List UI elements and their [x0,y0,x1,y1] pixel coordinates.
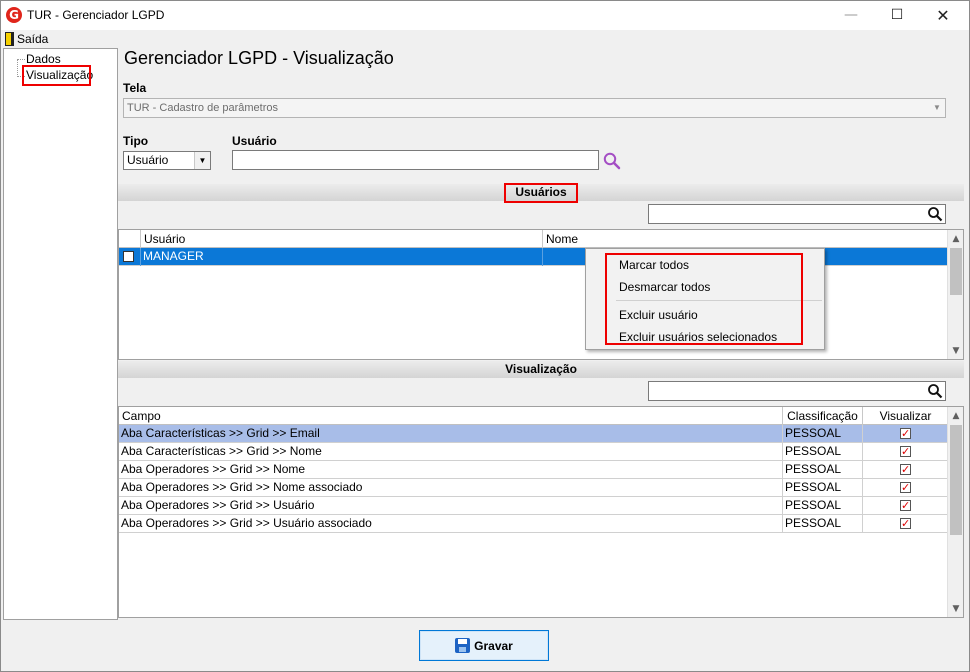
menu-bar: Saída [1,30,969,48]
search-icon[interactable] [927,206,943,222]
table-row[interactable]: Aba Características >> Grid >> Nome PESS… [119,443,948,461]
cell-visualizar[interactable]: ✓ [863,461,948,479]
usuario-input[interactable] [232,150,599,170]
highlight-box-tree [22,65,91,86]
floppy-disk-icon [455,638,471,653]
cell-visualizar[interactable]: ✓ [863,443,948,461]
tipo-label: Tipo [123,134,149,148]
cell-visualizar[interactable]: ✓ [863,479,948,497]
row-checkbox[interactable] [123,251,134,262]
search-icon[interactable] [602,151,622,171]
checkbox-checked[interactable]: ✓ [900,464,911,475]
usuarios-grid-header: Usuário Nome [119,230,948,248]
window-title: TUR - Gerenciador LGPD [27,8,165,22]
column-header-check[interactable] [119,230,141,248]
checkbox-checked[interactable]: ✓ [900,428,911,439]
usuarios-filter-input[interactable] [648,204,946,224]
highlight-box-usuarios [504,183,578,203]
tree-connector [17,59,18,77]
minimize-button[interactable]: — [828,1,874,30]
cell-campo: Aba Operadores >> Grid >> Nome [119,461,783,479]
cell-campo: Aba Operadores >> Grid >> Nome associado [119,479,783,497]
row-checkbox-cell[interactable] [119,248,141,266]
tipo-select-value: Usuário [127,153,169,167]
cell-usuario: MANAGER [141,248,543,266]
title-bar: G TUR - Gerenciador LGPD — ☐ ✕ [1,1,969,30]
menu-exit[interactable]: Saída [5,30,48,48]
cell-campo: Aba Características >> Grid >> Nome [119,443,783,461]
page-title: Gerenciador LGPD - Visualização [124,48,394,68]
visualizacao-section-title: Visualização [505,362,577,376]
save-button-label: Gravar [474,638,513,653]
menu-exit-label: Saída [17,32,49,46]
table-row[interactable]: Aba Operadores >> Grid >> Nome PESSOAL ✓ [119,461,948,479]
highlight-box-context-menu [605,253,803,345]
cell-campo: Aba Características >> Grid >> Email [119,425,783,443]
app-window: G TUR - Gerenciador LGPD — ☐ ✕ Saída Dad… [0,0,970,672]
cell-visualizar[interactable]: ✓ [863,515,948,533]
visualizacao-section-header: Visualização [118,361,964,378]
search-icon[interactable] [927,383,943,399]
visualizacao-scrollbar[interactable]: ▲ ▼ [947,407,963,617]
save-button[interactable]: Gravar [419,630,549,661]
cell-classificacao: PESSOAL [783,461,863,479]
navigation-tree: Dados Visualização [3,48,118,620]
tipo-select[interactable]: Usuário ▼ [123,151,211,170]
table-row[interactable]: Aba Operadores >> Grid >> Usuário PESSOA… [119,497,948,515]
column-header-campo[interactable]: Campo [119,407,783,425]
chevron-down-icon: ▼ [933,103,941,112]
cell-classificacao: PESSOAL [783,479,863,497]
checkbox-checked[interactable]: ✓ [900,500,911,511]
table-row[interactable]: Aba Características >> Grid >> Email PES… [119,425,948,443]
tela-select-value: TUR - Cadastro de parâmetros [127,102,278,114]
checkbox-checked[interactable]: ✓ [900,446,911,457]
column-header-visualizar[interactable]: Visualizar [863,407,948,425]
tela-select: TUR - Cadastro de parâmetros ▼ [123,98,946,118]
visualizacao-grid-header: Campo Classificação Visualizar [119,407,948,425]
checkbox-checked[interactable]: ✓ [900,518,911,529]
scroll-down-icon[interactable]: ▼ [948,601,963,617]
visualizacao-grid: Campo Classificação Visualizar Aba Carac… [118,406,964,618]
tree-connector [17,59,25,60]
checkbox-checked[interactable]: ✓ [900,482,911,493]
cell-visualizar[interactable]: ✓ [863,497,948,515]
table-row[interactable]: Aba Operadores >> Grid >> Usuário associ… [119,515,948,533]
cell-visualizar[interactable]: ✓ [863,425,948,443]
cell-classificacao: PESSOAL [783,515,863,533]
tela-label: Tela [123,81,147,95]
usuarios-grid: Usuário Nome MANAGER ▲ ▼ [118,229,964,360]
usuarios-scrollbar[interactable]: ▲ ▼ [947,230,963,359]
column-header-classificacao[interactable]: Classificação [783,407,863,425]
column-header-usuario[interactable]: Usuário [141,230,543,248]
scroll-up-icon[interactable]: ▲ [948,231,963,247]
column-header-nome[interactable]: Nome [543,230,948,248]
scroll-thumb[interactable] [950,248,962,295]
scroll-down-icon[interactable]: ▼ [948,343,963,359]
scroll-thumb[interactable] [950,425,962,535]
tree-item-dados[interactable]: Dados [26,52,61,66]
app-logo-icon: G [6,7,22,23]
usuario-label: Usuário [232,134,277,148]
scroll-up-icon[interactable]: ▲ [948,408,963,424]
cell-classificacao: PESSOAL [783,497,863,515]
cell-classificacao: PESSOAL [783,425,863,443]
cell-classificacao: PESSOAL [783,443,863,461]
maximize-button[interactable]: ☐ [874,1,920,30]
visualizacao-filter-input[interactable] [648,381,946,401]
table-row[interactable]: Aba Operadores >> Grid >> Nome associado… [119,479,948,497]
cell-campo: Aba Operadores >> Grid >> Usuário [119,497,783,515]
exit-door-icon [5,32,14,46]
close-button[interactable]: ✕ [920,1,966,30]
cell-campo: Aba Operadores >> Grid >> Usuário associ… [119,515,783,533]
chevron-down-icon[interactable]: ▼ [194,152,210,169]
